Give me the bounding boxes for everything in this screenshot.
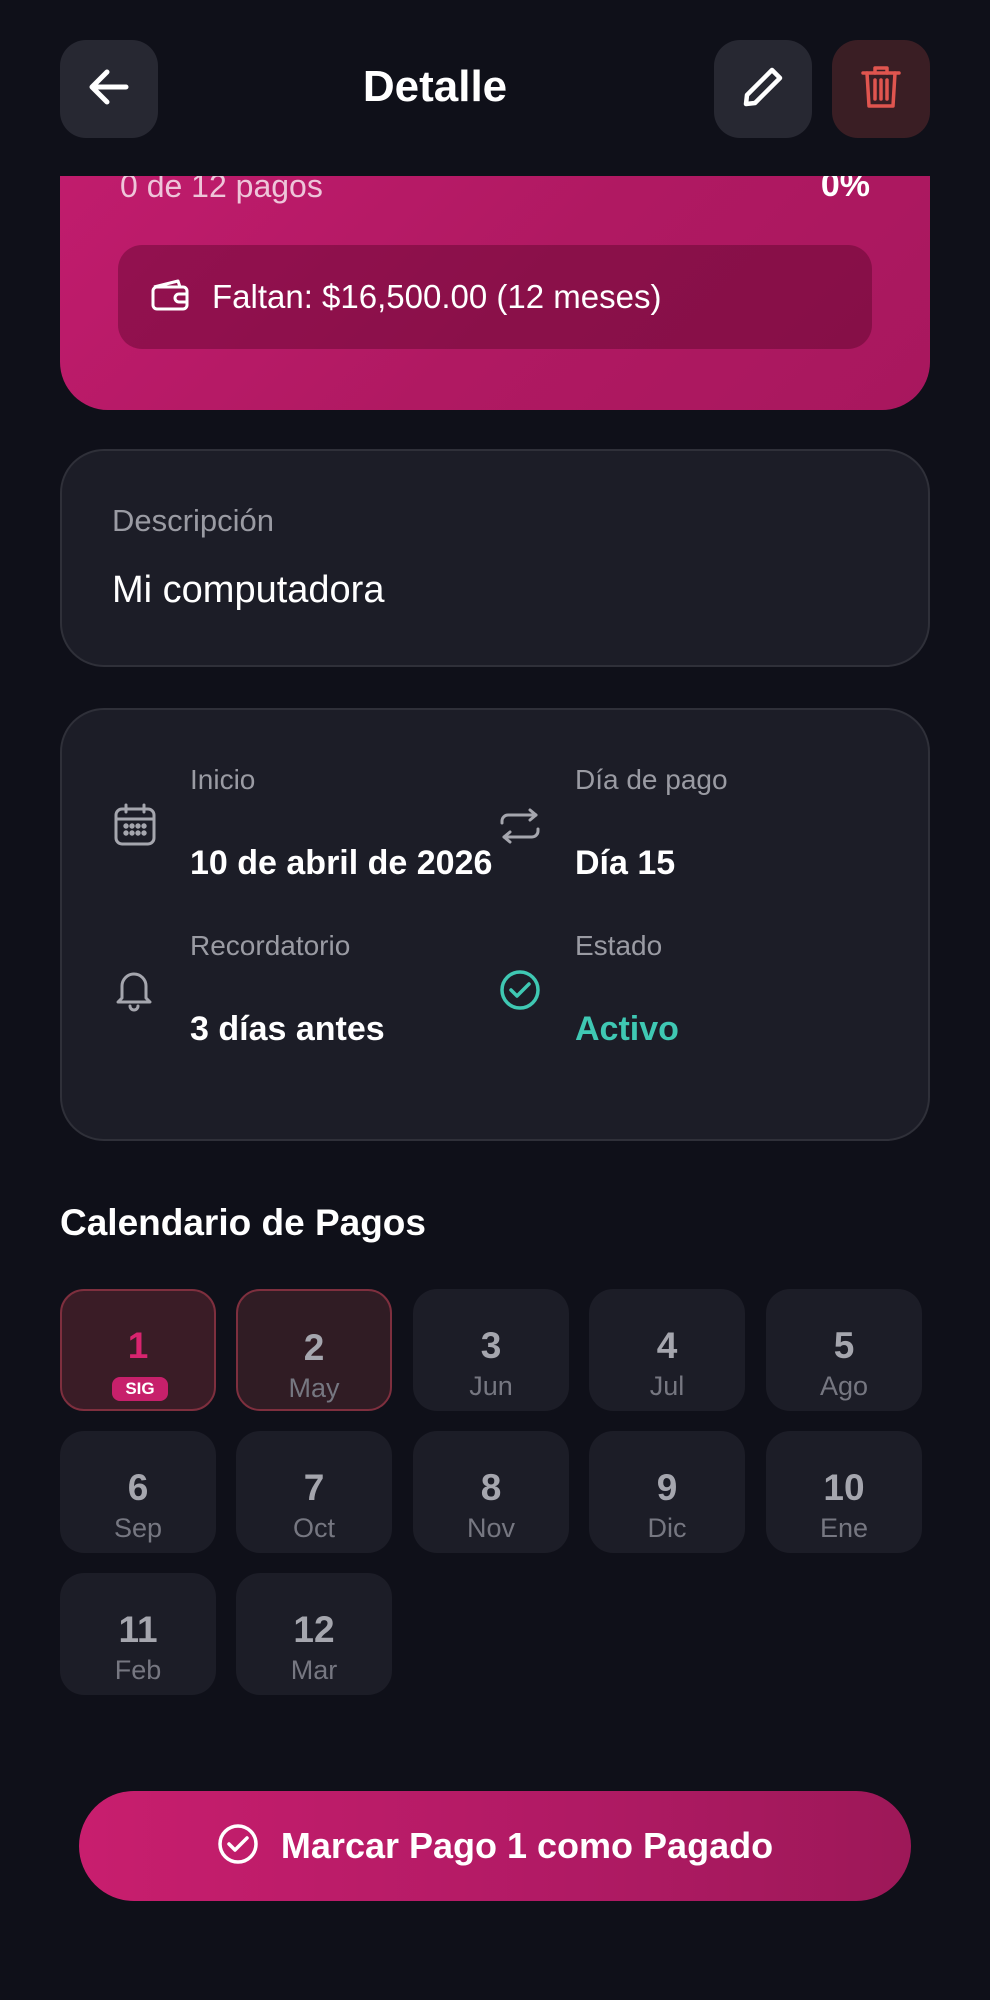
start-label: Inicio (190, 764, 256, 795)
payday-label: Día de pago (575, 764, 728, 795)
next-badge: SIG (112, 1377, 168, 1401)
calendar-cell-8[interactable]: 8 Nov (413, 1431, 569, 1553)
status-value: Activo (575, 1010, 679, 1048)
check-circle-icon (498, 968, 542, 1017)
status-label: Estado (575, 930, 663, 961)
calendar-cell-9[interactable]: 9 Dic (589, 1431, 745, 1553)
description-value: Mi computadora (112, 569, 385, 611)
pencil-icon (741, 65, 785, 114)
delete-button[interactable] (832, 40, 930, 138)
calendar-icon (112, 802, 158, 853)
calendar-cell-month: May (288, 1373, 340, 1403)
calendar-cell-number: 6 (127, 1467, 149, 1508)
reminder-label: Recordatorio (190, 930, 351, 961)
calendar-cell-number: 3 (480, 1325, 502, 1366)
calendar-cell-month: Ene (819, 1513, 869, 1543)
remaining-box: Faltan: $16,500.00 (12 meses) (118, 245, 872, 349)
calendar-cell-number: 5 (833, 1325, 855, 1366)
wallet-icon (150, 278, 190, 317)
calendar-cell-number: 7 (303, 1467, 325, 1508)
calendar-cell-month: Ago (819, 1371, 869, 1401)
calendar-cell-5[interactable]: 5 Ago (766, 1289, 922, 1411)
check-circle-icon (217, 1823, 259, 1870)
calendar-cell-month: Dic (647, 1513, 687, 1543)
calendar-cell-2[interactable]: 2 May (236, 1289, 392, 1411)
calendar-cell-4[interactable]: 4 Jul (589, 1289, 745, 1411)
start-value: 10 de abril de 2026 (190, 844, 493, 882)
mark-paid-label: Marcar Pago 1 como Pagado (280, 1825, 774, 1866)
calendar-cell-10[interactable]: 10 Ene (766, 1431, 922, 1553)
calendar-cell-12[interactable]: 12 Mar (236, 1573, 392, 1695)
calendar-cell-number: 12 (293, 1609, 335, 1650)
calendar-cell-7[interactable]: 7 Oct (236, 1431, 392, 1553)
calendar-cell-month: Jul (649, 1371, 685, 1401)
repeat-icon (498, 808, 542, 849)
description-label: Descripción (112, 503, 274, 538)
trash-icon (860, 64, 902, 115)
calendar-cell-month: Oct (292, 1513, 335, 1543)
info-card: Inicio 10 de abril de 2026 Día de pago D… (60, 708, 930, 1141)
calendar-cell-number: 11 (118, 1609, 158, 1650)
calendar-cell-number: 4 (656, 1325, 678, 1366)
bell-icon (112, 966, 156, 1017)
calendar-cell-month: Jun (469, 1371, 513, 1401)
calendar-cell-month: Feb (114, 1655, 162, 1685)
edit-button[interactable] (714, 40, 812, 138)
header: Detalle (0, 0, 990, 176)
calendar-title: Calendario de Pagos (60, 1202, 426, 1243)
payday-value: Día 15 (575, 844, 676, 882)
calendar-cell-3[interactable]: 3 Jun (413, 1289, 569, 1411)
calendar-cell-number: 1 (127, 1325, 149, 1366)
calendar-cell-6[interactable]: 6 Sep (60, 1431, 216, 1553)
description-card: Descripción Mi computadora (60, 449, 930, 667)
calendar-cell-1[interactable]: 1 SIG (60, 1289, 216, 1411)
reminder-value: 3 días antes (190, 1010, 385, 1048)
calendar-cell-month: Mar (290, 1655, 338, 1685)
calendar-cell-number: 10 (823, 1467, 865, 1508)
calendar-cell-number: 8 (480, 1467, 502, 1508)
calendar-cell-11[interactable]: 11 Feb (60, 1573, 216, 1695)
calendar-cell-number: 2 (303, 1327, 325, 1368)
calendar-cell-month: Sep (113, 1513, 163, 1543)
calendar-cell-number: 9 (656, 1467, 678, 1508)
calendar-cell-month: Nov (466, 1513, 515, 1543)
mark-paid-button[interactable]: Marcar Pago 1 como Pagado (79, 1791, 911, 1901)
remaining-text: Faltan: $16,500.00 (12 meses) (212, 278, 662, 315)
